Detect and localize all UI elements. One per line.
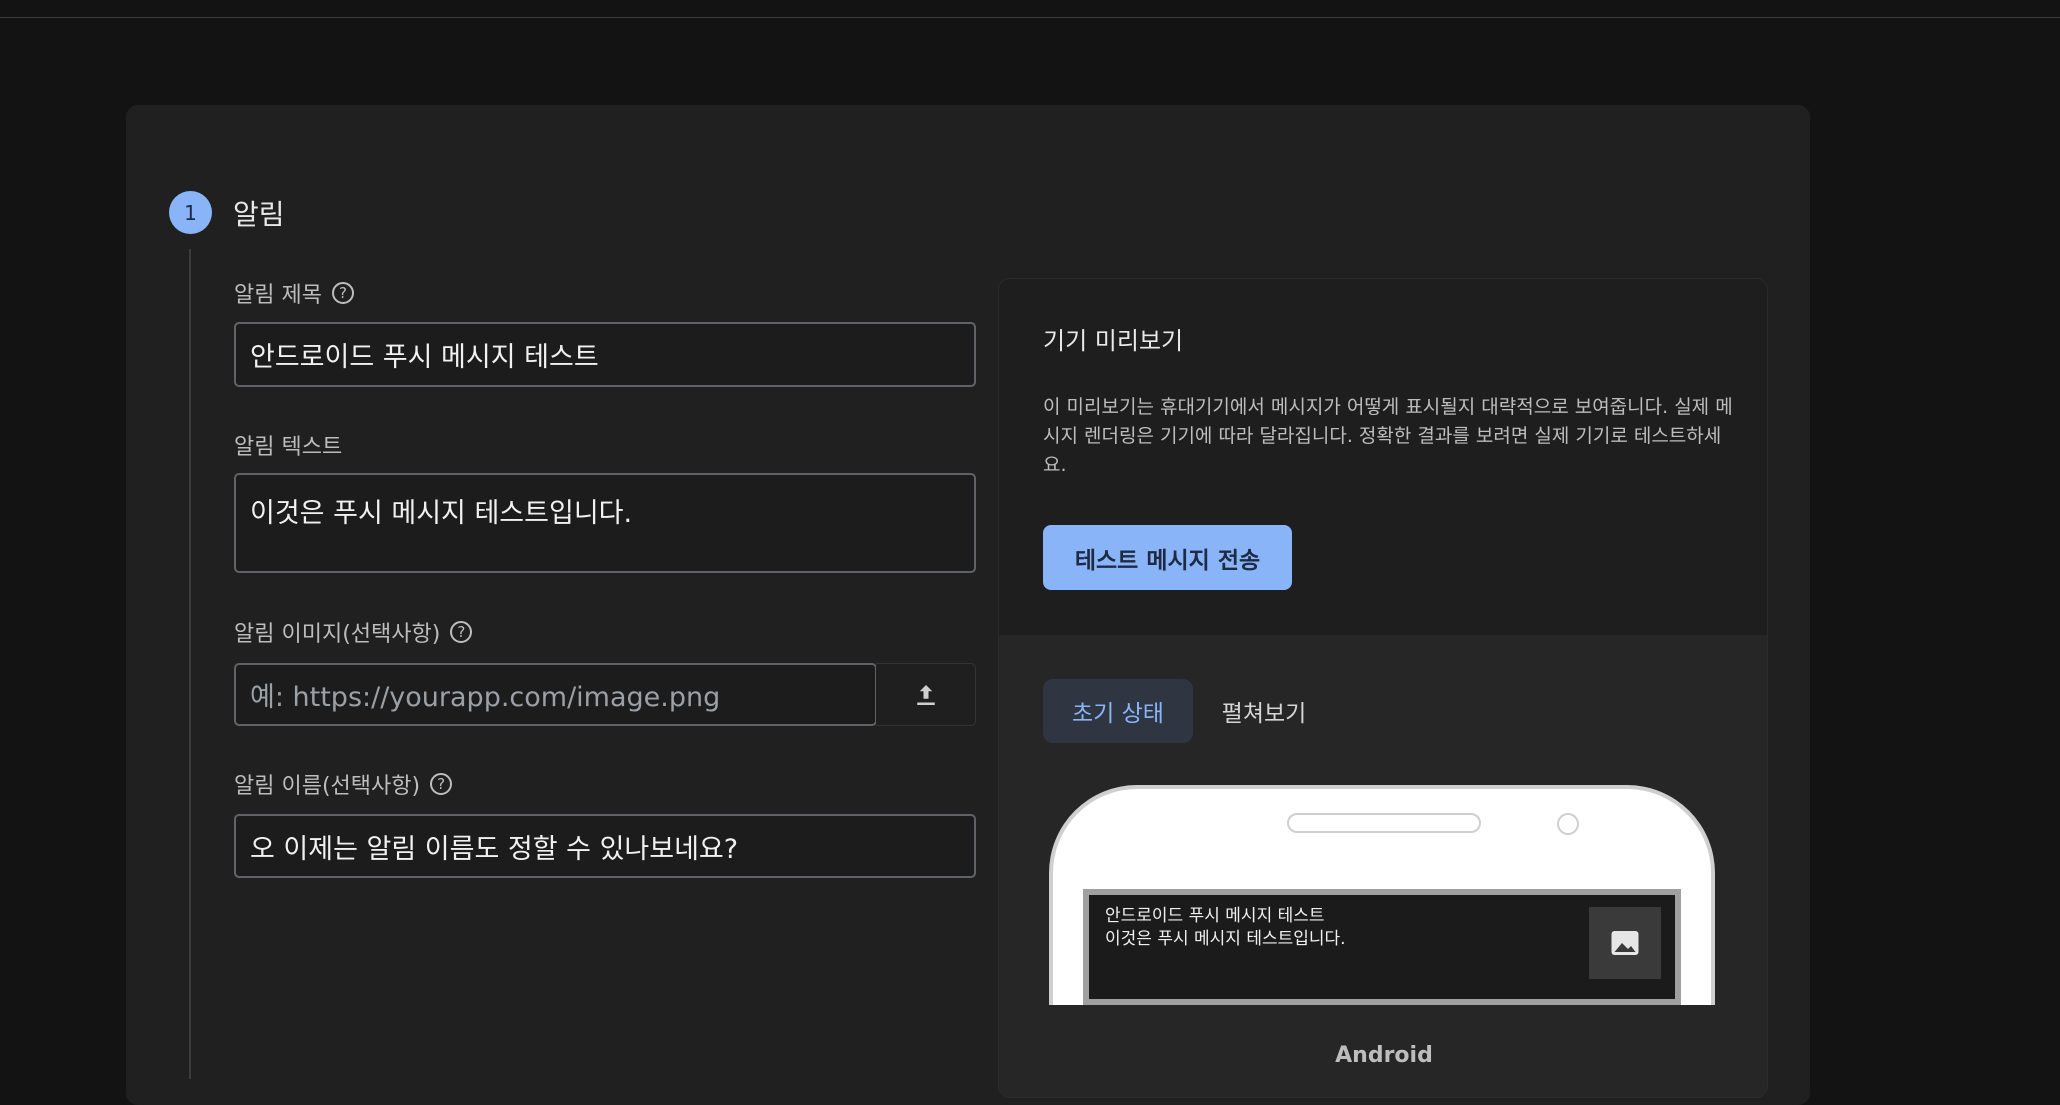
device-preview-panel: 기기 미리보기 이 미리보기는 휴대기기에서 메시지가 어떻게 표시될지 대략적… xyxy=(998,278,1768,1098)
notification-title: 안드로이드 푸시 메시지 테스트 xyxy=(1105,906,1325,926)
tab-expanded[interactable]: 펼쳐보기 xyxy=(1209,679,1319,743)
text-label-row: 알림 텍스트 xyxy=(234,429,342,461)
tab-initial-state[interactable]: 초기 상태 xyxy=(1043,679,1193,743)
image-icon xyxy=(1611,931,1639,955)
image-label: 알림 이미지(선택사항) xyxy=(234,622,441,647)
preview-body: 초기 상태 펼쳐보기 안드로이드 푸시 메시지 테스트 이것은 푸시 메시지 테… xyxy=(999,635,1767,1097)
image-url-placeholder: 예: https://yourapp.com/image.png xyxy=(250,682,721,713)
title-label-row: 알림 제목 ? xyxy=(234,277,354,309)
phone-speaker xyxy=(1287,813,1481,833)
preview-description: 이 미리보기는 휴대기기에서 메시지가 어떻게 표시될지 대략적으로 보여줍니다… xyxy=(1043,396,1733,476)
step-number: 1 xyxy=(169,191,212,234)
title-input-value: 안드로이드 푸시 메시지 테스트 xyxy=(250,342,599,373)
top-divider xyxy=(0,17,2060,18)
name-input[interactable]: 오 이제는 알림 이름도 정할 수 있나보네요? xyxy=(234,814,976,878)
phone-mockup: 안드로이드 푸시 메시지 테스트 이것은 푸시 메시지 테스트입니다. xyxy=(1049,785,1715,1005)
send-test-message-button[interactable]: 테스트 메시지 전송 xyxy=(1043,525,1292,590)
notification-text: 안드로이드 푸시 메시지 테스트 이것은 푸시 메시지 테스트입니다. xyxy=(1105,905,1346,951)
platform-label: Android xyxy=(1335,1043,1433,1068)
notification-body: 이것은 푸시 메시지 테스트입니다. xyxy=(1105,929,1346,949)
upload-icon xyxy=(916,684,935,705)
text-input[interactable]: 이것은 푸시 메시지 테스트입니다. xyxy=(234,473,976,573)
phone-camera xyxy=(1557,813,1579,835)
upload-button[interactable] xyxy=(876,663,976,726)
help-circle-icon[interactable]: ? xyxy=(450,621,473,643)
help-circle-icon[interactable]: ? xyxy=(331,282,354,304)
name-input-value: 오 이제는 알림 이름도 정할 수 있나보네요? xyxy=(250,833,739,865)
text-label: 알림 텍스트 xyxy=(234,435,343,460)
name-label: 알림 이름(선택사항) xyxy=(234,774,421,799)
notification-image-placeholder xyxy=(1589,907,1661,979)
step-title: 알림 xyxy=(233,198,285,231)
help-circle-icon[interactable]: ? xyxy=(430,773,453,795)
title-input[interactable]: 안드로이드 푸시 메시지 테스트 xyxy=(234,322,976,387)
image-url-input[interactable]: 예: https://yourapp.com/image.png xyxy=(234,663,877,726)
image-label-row: 알림 이미지(선택사항) ? xyxy=(234,616,473,648)
preview-title: 기기 미리보기 xyxy=(1043,327,1184,355)
text-input-value: 이것은 푸시 메시지 테스트입니다. xyxy=(250,498,633,529)
notification-preview: 안드로이드 푸시 메시지 테스트 이것은 푸시 메시지 테스트입니다. xyxy=(1083,889,1681,1005)
name-label-row: 알림 이름(선택사항) ? xyxy=(234,768,453,800)
step-connector xyxy=(189,249,191,1079)
preview-header: 기기 미리보기 이 미리보기는 휴대기기에서 메시지가 어떻게 표시될지 대략적… xyxy=(999,279,1767,635)
title-label: 알림 제목 xyxy=(234,283,322,308)
